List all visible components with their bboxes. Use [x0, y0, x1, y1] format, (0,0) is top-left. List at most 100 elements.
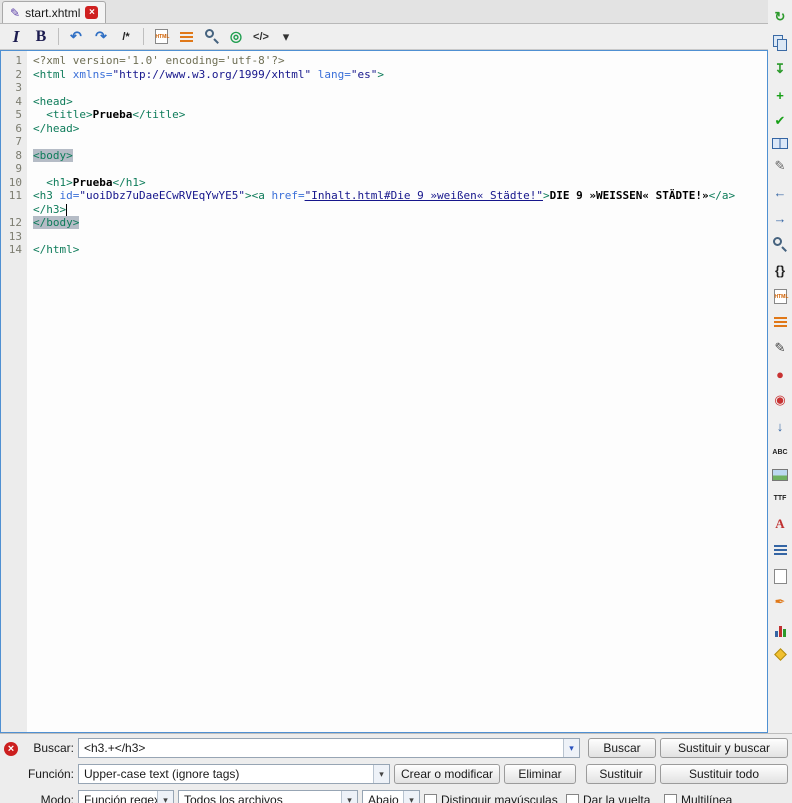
checkbox-box[interactable]	[424, 793, 437, 803]
checkbox-box[interactable]	[664, 793, 677, 803]
bold-button[interactable]: B	[33, 27, 49, 47]
numbered-list-icon[interactable]	[771, 313, 789, 331]
files-select[interactable]: Todos los archivos ▾	[178, 790, 358, 803]
code-text[interactable]	[27, 135, 745, 149]
match-case-checkbox[interactable]: Distinguir mayúsculas	[424, 790, 558, 803]
code-text[interactable]: </head>	[27, 122, 745, 136]
image-icon[interactable]	[772, 469, 788, 481]
undo-button[interactable]: ↶	[68, 27, 84, 47]
code-line[interactable]: 4 <head>	[1, 94, 767, 109]
code-line[interactable]: 14 </html>	[1, 243, 767, 257]
bug-icon[interactable]: ●	[771, 365, 789, 383]
code-line[interactable]: 5 <title>Prueba</title>	[1, 108, 767, 122]
clips-icon[interactable]	[771, 567, 789, 585]
line-number: 11	[1, 189, 27, 216]
validate-icon[interactable]: ✔	[771, 112, 789, 130]
search-input[interactable]: <h3.+</h3> ▾	[78, 738, 580, 758]
code-text[interactable]: <html xmlns="http://www.w3.org/1999/xhtm…	[27, 68, 745, 82]
code-line[interactable]: 2 <html xmlns="http://www.w3.org/1999/xht…	[1, 67, 767, 82]
paste-icon[interactable]: ↧	[771, 60, 789, 78]
mode-select[interactable]: Función regex ▾	[78, 790, 174, 803]
function-value: Upper-case text (ignore tags)	[84, 767, 240, 781]
create-modify-button[interactable]: Crear o modificar	[394, 764, 500, 784]
code-view-button[interactable]: </>	[253, 27, 269, 47]
multiline-checkbox[interactable]: Multilínea	[664, 790, 732, 803]
line-number: 10	[1, 175, 27, 189]
function-select[interactable]: Upper-case text (ignore tags) ▾	[78, 764, 390, 784]
code-text[interactable]: </html>	[27, 243, 745, 257]
code-text[interactable]: </body>	[27, 216, 745, 230]
insert-html-button[interactable]: HTML	[153, 27, 169, 47]
forward-icon[interactable]: →	[771, 209, 789, 227]
preview-button[interactable]	[203, 27, 219, 47]
pencil-icon[interactable]: ✎	[771, 339, 789, 357]
open-book-icon[interactable]	[772, 138, 788, 149]
code-line[interactable]: 11 <h3 id="uoiDbz7uDaeECwRVEqYwYE5"><a hr…	[1, 189, 767, 216]
html-file-icon[interactable]: HTML	[771, 287, 789, 305]
index-icon[interactable]	[771, 541, 789, 559]
search-dropdown-icon[interactable]: ▾	[563, 739, 579, 757]
braces-icon[interactable]: {}	[771, 261, 789, 279]
files-dropdown-icon[interactable]: ▾	[341, 791, 357, 803]
dropdown-caret-icon[interactable]: ▾	[278, 27, 294, 47]
code-text[interactable]	[27, 162, 745, 176]
add-icon[interactable]: +	[771, 86, 789, 104]
wrap-checkbox[interactable]: Dar la vuelta	[566, 790, 650, 803]
search-value[interactable]: <h3.+</h3>	[79, 741, 563, 755]
line-number: 7	[1, 135, 27, 149]
code-text[interactable]: <head>	[27, 95, 745, 109]
code-text[interactable]: <h1>Prueba</h1>	[27, 176, 745, 190]
back-icon[interactable]: ←	[771, 183, 789, 201]
numbered-list-button[interactable]	[178, 27, 194, 47]
code-line[interactable]: 1 <?xml version='1.0' encoding='utf-8'?>	[1, 54, 767, 68]
code-text[interactable]	[27, 81, 745, 95]
refresh-icon[interactable]: ↻	[771, 8, 789, 26]
code-line[interactable]: 10 <h1>Prueba</h1>	[1, 175, 767, 190]
code-line[interactable]: 6 </head>	[1, 121, 767, 136]
arrow-down-icon[interactable]: ↓	[771, 417, 789, 435]
direction-select[interactable]: Abajo ▾	[362, 790, 420, 803]
code-line[interactable]: 8 <body>	[1, 148, 767, 163]
tab-close-icon[interactable]: ×	[85, 6, 99, 19]
direction-dropdown-icon[interactable]: ▾	[403, 791, 419, 803]
code-text[interactable]: <h3 id="uoiDbz7uDaeECwRVEqYwYE5"><a href…	[27, 189, 745, 216]
tab-start-xhtml[interactable]: ✎ start.xhtml ×	[2, 1, 107, 23]
mode-dropdown-icon[interactable]: ▾	[157, 791, 173, 803]
line-number: 2	[1, 67, 27, 81]
delete-button[interactable]: Eliminar	[504, 764, 576, 784]
code-line[interactable]: 3	[1, 81, 767, 95]
line-number: 8	[1, 148, 27, 162]
toolbar-separator	[58, 28, 59, 45]
pin-icon[interactable]: ◉	[771, 391, 789, 409]
redo-button[interactable]: ↷	[93, 27, 109, 47]
copy-icon[interactable]	[771, 34, 789, 52]
search-error-icon[interactable]: ×	[4, 742, 18, 756]
code-line[interactable]: 13	[1, 229, 767, 244]
pen-icon[interactable]: ✒	[771, 593, 789, 611]
tag-icon[interactable]	[771, 645, 789, 663]
font-icon[interactable]: TTF	[771, 489, 789, 507]
function-dropdown-icon[interactable]: ▾	[373, 765, 389, 783]
code-line[interactable]: 9	[1, 162, 767, 176]
replace-and-find-button[interactable]: Sustituir y buscar	[660, 738, 788, 758]
special-characters-icon[interactable]: A	[771, 515, 789, 533]
replace-button[interactable]: Sustituir	[586, 764, 656, 784]
spellcheck-icon[interactable]: ABC	[771, 443, 789, 461]
code-text[interactable]: <body>	[27, 148, 745, 163]
comment-button[interactable]: /*	[118, 27, 134, 47]
report-icon[interactable]	[771, 619, 789, 637]
code-text[interactable]: <?xml version='1.0' encoding='utf-8'?>	[27, 54, 745, 68]
replace-all-button[interactable]: Sustituir todo	[660, 764, 788, 784]
code-text[interactable]	[27, 230, 745, 244]
italic-button[interactable]: I	[8, 27, 24, 47]
code-line[interactable]: 12 </body>	[1, 216, 767, 230]
code-text[interactable]: <title>Prueba</title>	[27, 108, 745, 122]
find-button[interactable]: Buscar	[588, 738, 656, 758]
search-icon[interactable]	[771, 235, 789, 253]
checkbox-box[interactable]	[566, 793, 579, 803]
code-line[interactable]: 7	[1, 135, 767, 149]
anchor-button[interactable]: ◎	[228, 27, 244, 47]
code-editor[interactable]: 1 <?xml version='1.0' encoding='utf-8'?> 2…	[0, 50, 768, 733]
toolbar-separator	[143, 28, 144, 45]
edit-icon[interactable]: ✎	[771, 157, 789, 175]
